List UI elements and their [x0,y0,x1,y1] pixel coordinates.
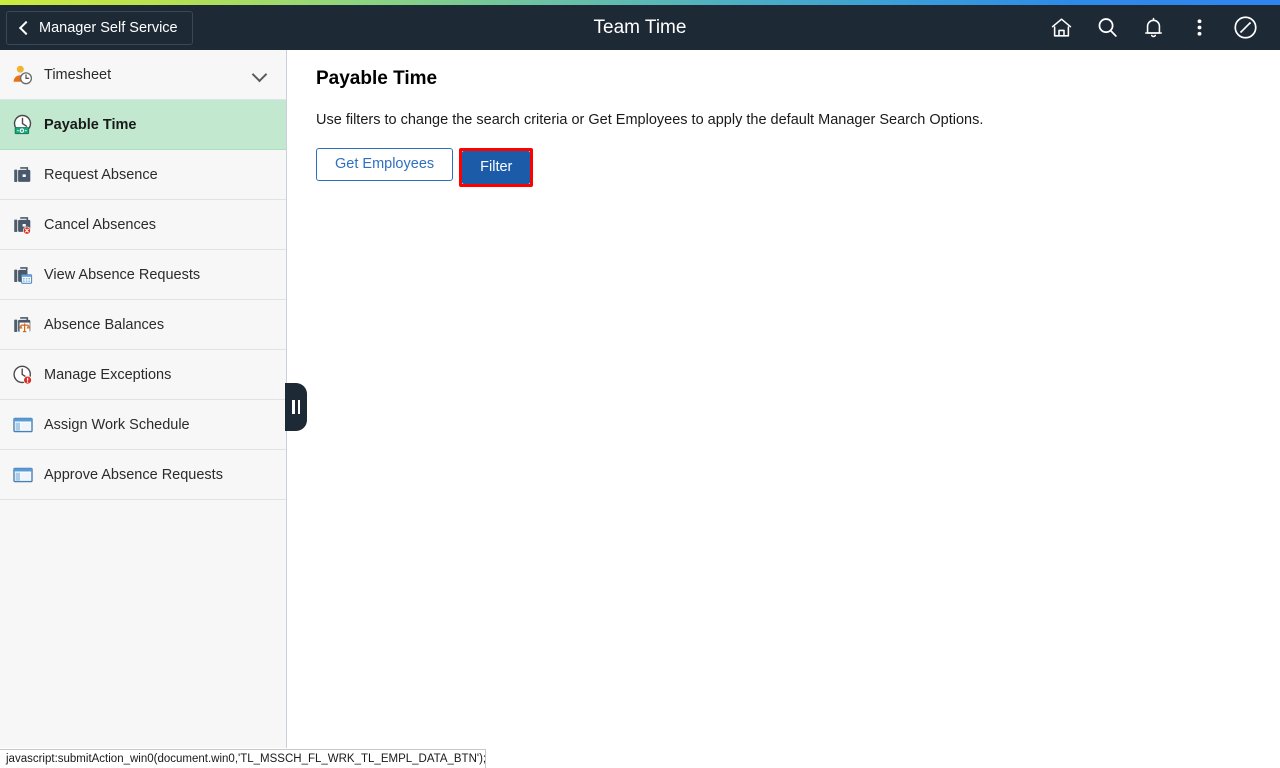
page-title: Payable Time [316,68,438,89]
global-header: Manager Self Service Team Time [0,5,1280,50]
sidebar-item-approve-absence-requests[interactable]: Approve Absence Requests [0,450,286,500]
sidebar-item-label: Cancel Absences [44,216,157,233]
handle-bar-right [297,400,300,414]
sidebar-item-label: Timesheet [44,66,112,83]
sidebar-item-absence-balances[interactable]: Absence Balances [0,300,286,350]
filter-button[interactable]: Filter [462,151,531,184]
sidebar-item-label: View Absence Requests [44,266,201,283]
sidebar-item-label: Request Absence [44,166,158,183]
instructions-text: Use filters to change the search criteri… [316,112,984,128]
sidebar-item-payable-time[interactable]: Payable Time [0,100,286,150]
sidebar-item-cancel-absences[interactable]: Cancel Absences [0,200,286,250]
sidebar-item-label: Payable Time [44,116,137,133]
handle-bar-left [292,400,295,414]
sidebar-item-assign-work-schedule[interactable]: Assign Work Schedule [0,400,286,450]
window-panel-icon [10,462,36,488]
chevron-left-icon [17,21,31,35]
sidebar-item-manage-exceptions[interactable]: Manage Exceptions [0,350,286,400]
person-clock-icon [10,62,36,88]
clock-money-icon [10,112,36,138]
application-window: Manager Self Service Team Time Timesheet… [0,0,1280,768]
sidebar-item-label: Absence Balances [44,316,165,333]
sidebar-item-view-absence-requests[interactable]: View Absence Requests [0,250,286,300]
briefcase-cancel-icon [10,212,36,238]
search-icon[interactable] [1084,5,1130,50]
back-to-manager-self-service-button[interactable]: Manager Self Service [6,10,193,45]
briefcase-balance-icon [10,312,36,338]
actions-kebab-menu-icon[interactable] [1176,5,1222,50]
home-icon[interactable] [1038,5,1084,50]
filter-button-highlight: Filter [459,148,534,187]
briefcase-calendar-icon [10,262,36,288]
chevron-down-icon[interactable] [252,68,266,82]
sidebar-item-label: Manage Exceptions [44,366,172,383]
sidebar-item-label: Approve Absence Requests [44,466,223,483]
sidebar-collapse-handle[interactable] [285,383,307,431]
back-button-label: Manager Self Service [39,19,178,36]
sidebar-item-request-absence[interactable]: Request Absence [0,150,286,200]
notifications-bell-icon[interactable] [1130,5,1176,50]
get-employees-button[interactable]: Get Employees [316,148,454,181]
window-panel-icon [10,412,36,438]
browser-status-bar: javascript:submitAction_win0(document.wi… [0,749,486,768]
action-button-row: Get Employees Filter [316,148,1256,187]
main-content-area: Payable Time Use filters to change the s… [288,50,1280,748]
navigation-sidebar: Timesheet Payable Time Request Absence C… [0,50,287,748]
sidebar-item-label: Assign Work Schedule [44,416,190,433]
briefcase-icon [10,162,36,188]
navigator-compass-icon[interactable] [1222,5,1268,50]
clock-alert-icon [10,362,36,388]
header-icon-group [1038,5,1280,50]
sidebar-item-timesheet[interactable]: Timesheet [0,50,286,100]
